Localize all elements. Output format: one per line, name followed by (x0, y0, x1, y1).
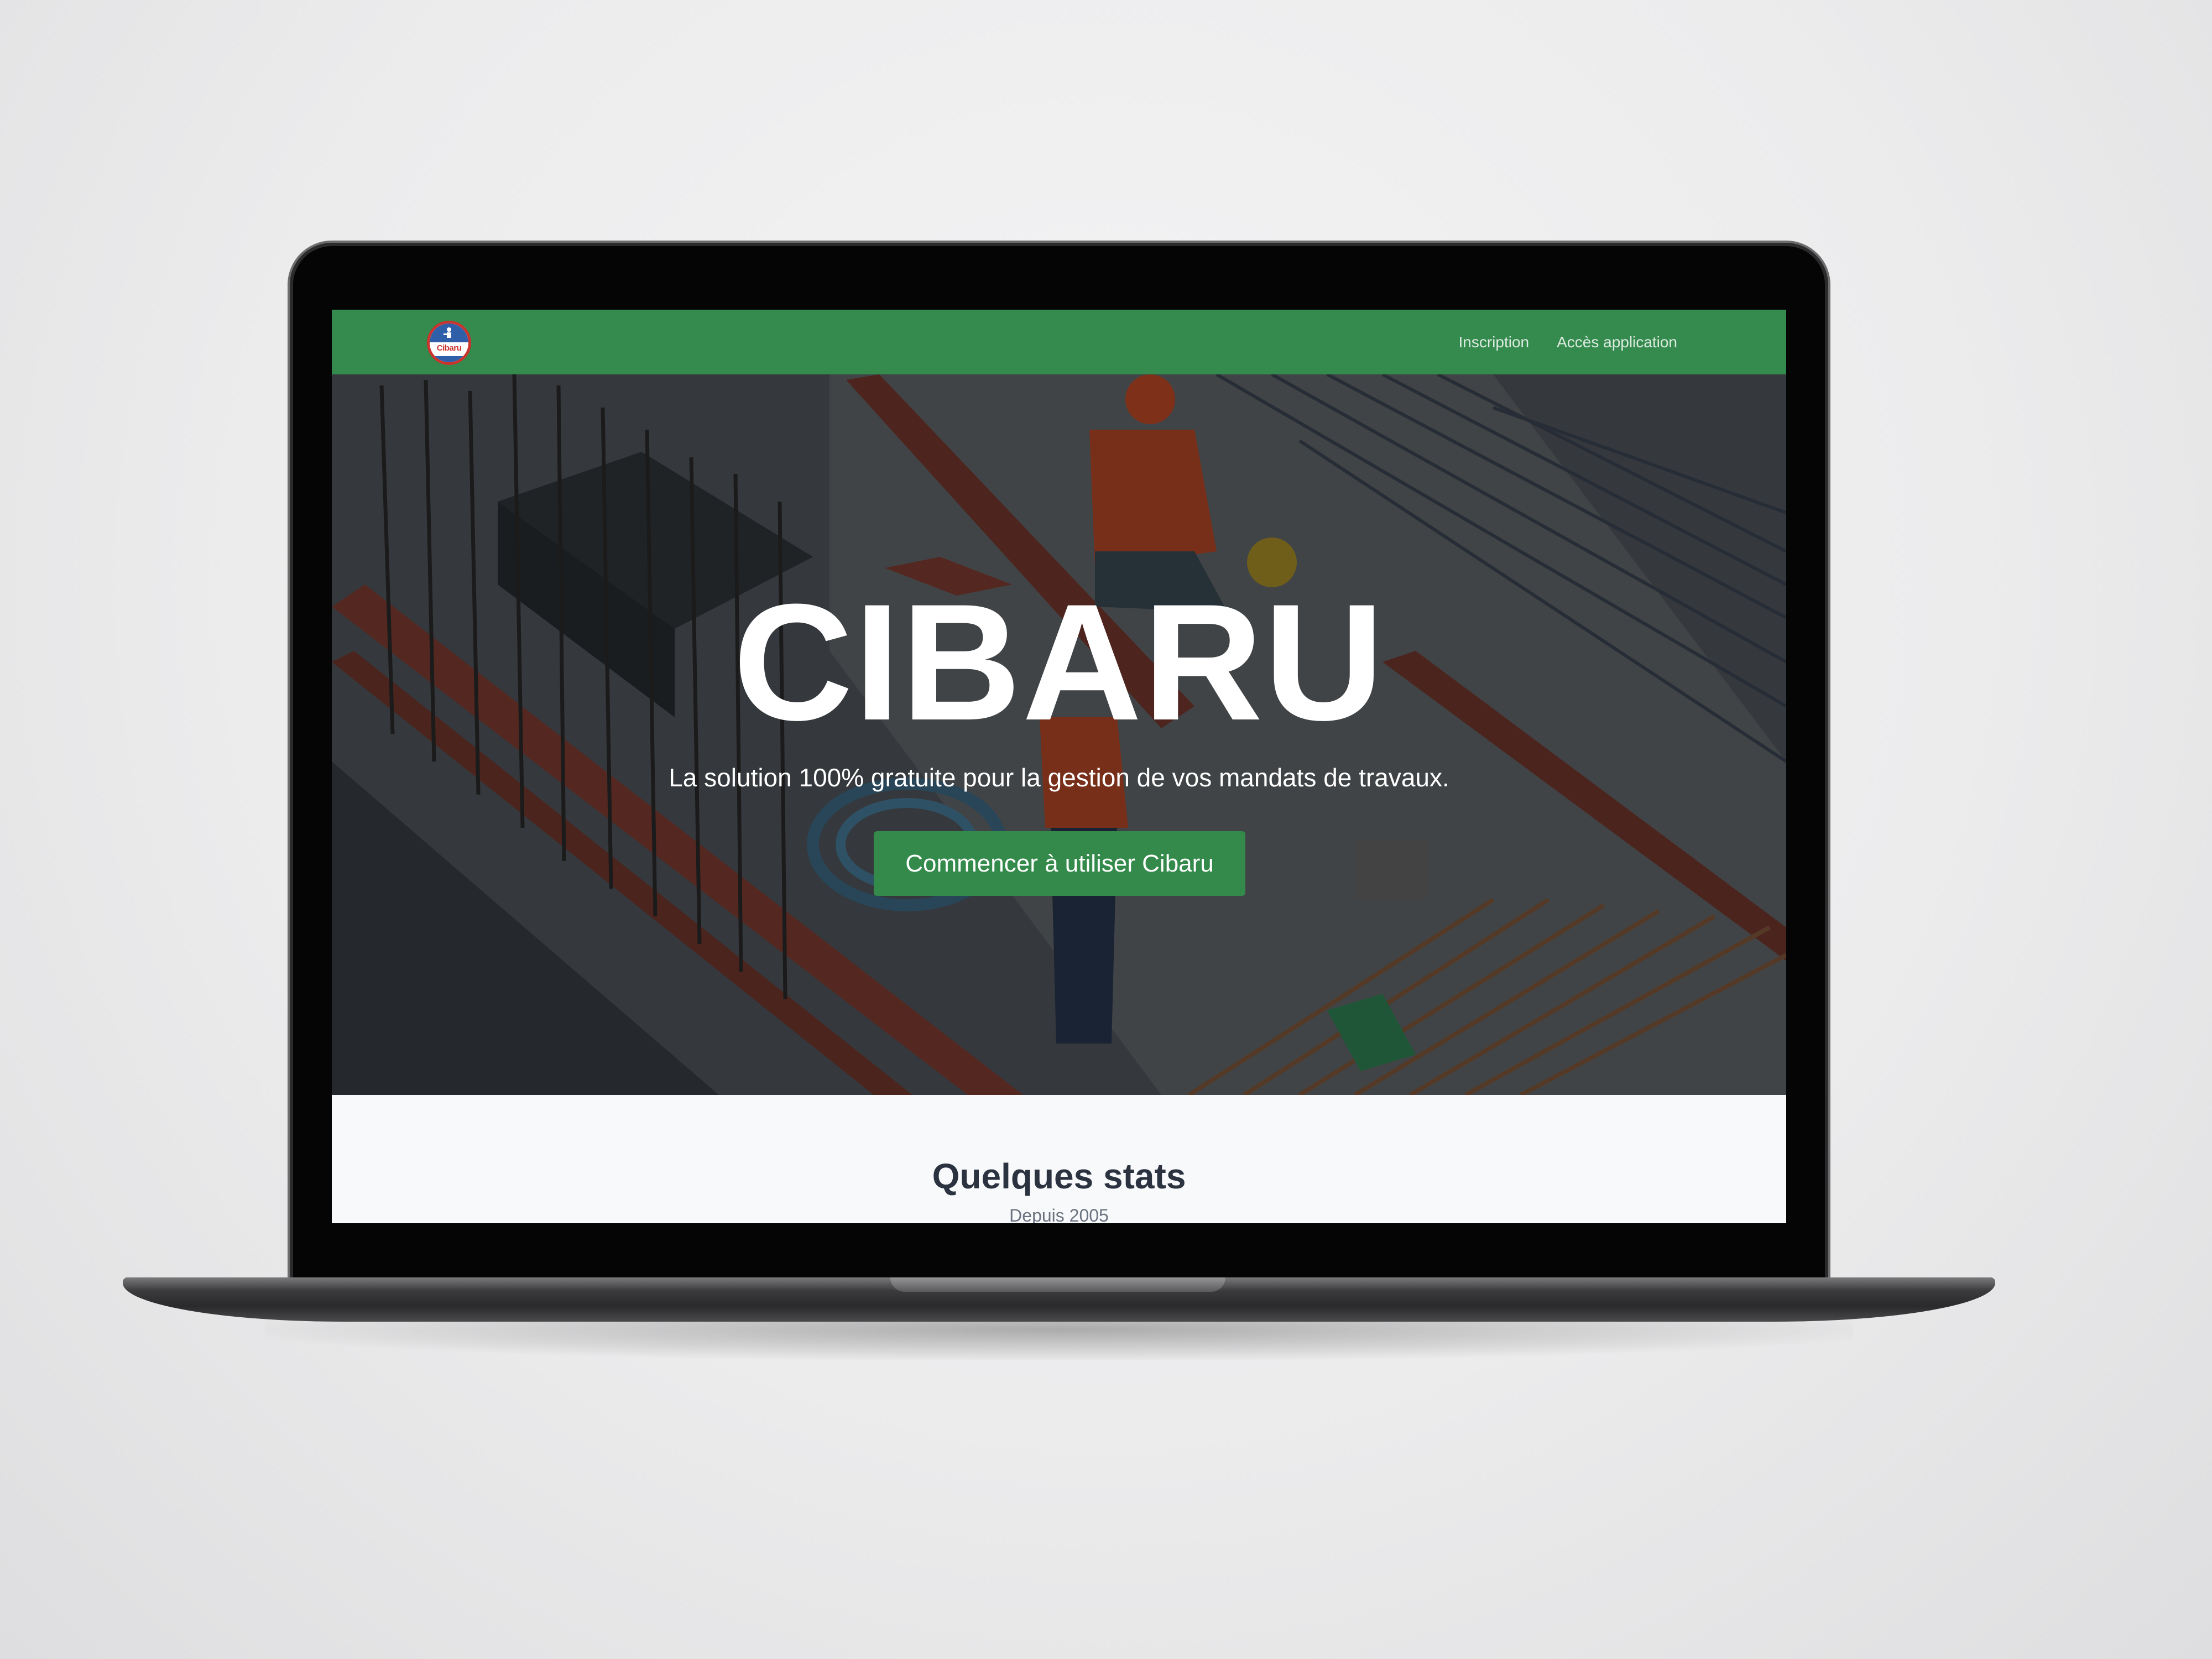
laptop-shadow (265, 1316, 1853, 1360)
logo-bottom-band (430, 356, 468, 362)
laptop-screen: Cibaru Inscription Accès application CIB… (332, 310, 1786, 1223)
laptop-hinge-notch (890, 1277, 1225, 1292)
cibaru-logo[interactable]: Cibaru (427, 321, 471, 365)
nav-links: Inscription Accès application (1458, 310, 1677, 374)
stats-title: Quelques stats (932, 1156, 1186, 1196)
logo-wordmark: Cibaru (436, 343, 462, 353)
stats-section: Quelques stats Depuis 2005 (332, 1095, 1786, 1223)
hero-title: CIBARU (733, 569, 1385, 755)
top-navbar: Cibaru Inscription Accès application (332, 310, 1786, 374)
stats-subtitle: Depuis 2005 (1009, 1206, 1109, 1223)
hero-subtitle: La solution 100% gratuite pour la gestio… (669, 763, 1449, 792)
hero-section: CIBARU La solution 100% gratuite pour la… (332, 374, 1786, 1095)
nav-link-inscription[interactable]: Inscription (1458, 333, 1529, 351)
start-using-cibaru-button[interactable]: Commencer à utiliser Cibaru (874, 831, 1245, 896)
nav-link-acces-application[interactable]: Accès application (1557, 333, 1677, 351)
worker-icon (444, 327, 451, 338)
